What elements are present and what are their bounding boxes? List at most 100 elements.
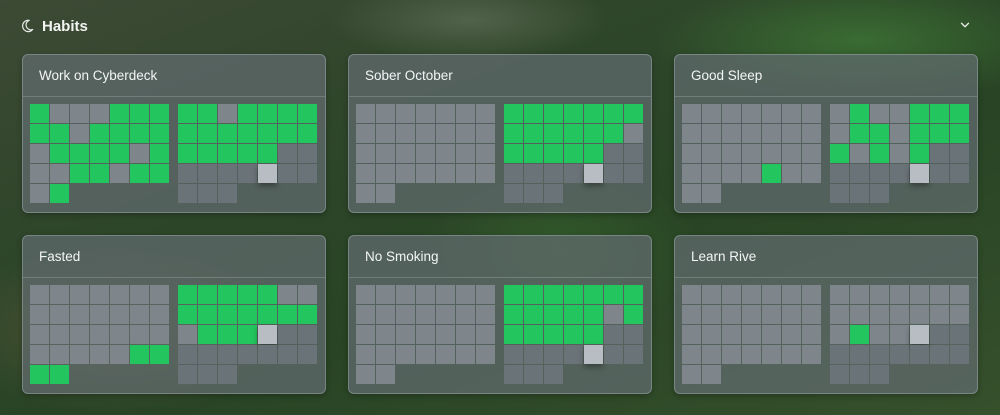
day-cell[interactable] — [396, 164, 415, 183]
day-cell-future[interactable] — [524, 365, 543, 384]
day-cell-done[interactable] — [238, 124, 257, 143]
day-cell-done[interactable] — [504, 305, 523, 324]
day-cell-done[interactable] — [238, 305, 257, 324]
day-cell-today[interactable] — [258, 164, 277, 183]
day-cell-future[interactable] — [504, 184, 523, 203]
day-cell-future[interactable] — [950, 325, 969, 344]
day-cell[interactable] — [130, 285, 149, 304]
day-cell-future[interactable] — [278, 325, 297, 344]
day-cell[interactable] — [376, 285, 395, 304]
day-cell[interactable] — [890, 144, 909, 163]
day-cell[interactable] — [456, 104, 475, 123]
day-cell-future[interactable] — [890, 164, 909, 183]
habit-card[interactable]: Good Sleep — [674, 54, 978, 213]
day-cell[interactable] — [702, 104, 721, 123]
day-cell[interactable] — [298, 285, 317, 304]
day-cell[interactable] — [30, 285, 49, 304]
day-cell-done[interactable] — [30, 365, 49, 384]
day-cell-future[interactable] — [850, 164, 869, 183]
day-cell-done[interactable] — [950, 124, 969, 143]
day-cell-done[interactable] — [298, 104, 317, 123]
day-cell[interactable] — [396, 345, 415, 364]
day-cell-future[interactable] — [604, 325, 623, 344]
day-cell-done[interactable] — [584, 124, 603, 143]
habit-card[interactable]: Sober October — [348, 54, 652, 213]
day-cell-future[interactable] — [604, 144, 623, 163]
day-cell[interactable] — [70, 124, 89, 143]
day-cell[interactable] — [682, 365, 701, 384]
day-cell[interactable] — [30, 164, 49, 183]
day-cell-done[interactable] — [30, 124, 49, 143]
day-cell[interactable] — [70, 345, 89, 364]
day-cell[interactable] — [742, 144, 761, 163]
day-cell[interactable] — [356, 325, 375, 344]
day-cell[interactable] — [356, 345, 375, 364]
day-cell[interactable] — [110, 164, 129, 183]
day-cell-done[interactable] — [524, 124, 543, 143]
day-cell[interactable] — [830, 325, 849, 344]
day-cell-done[interactable] — [504, 104, 523, 123]
day-cell-future[interactable] — [604, 164, 623, 183]
day-cell-future[interactable] — [564, 164, 583, 183]
day-cell[interactable] — [802, 345, 821, 364]
day-cell-future[interactable] — [278, 144, 297, 163]
day-cell-future[interactable] — [930, 164, 949, 183]
day-cell[interactable] — [782, 285, 801, 304]
day-cell[interactable] — [890, 325, 909, 344]
day-cell[interactable] — [476, 164, 495, 183]
day-cell-done[interactable] — [604, 124, 623, 143]
chevron-down-icon[interactable] — [958, 18, 974, 34]
day-cell[interactable] — [436, 325, 455, 344]
day-cell[interactable] — [890, 124, 909, 143]
day-cell[interactable] — [782, 124, 801, 143]
day-cell[interactable] — [742, 305, 761, 324]
day-cell[interactable] — [850, 144, 869, 163]
day-cell-done[interactable] — [178, 285, 197, 304]
day-cell[interactable] — [436, 164, 455, 183]
day-cell[interactable] — [782, 345, 801, 364]
day-cell-done[interactable] — [524, 285, 543, 304]
day-cell[interactable] — [30, 345, 49, 364]
day-cell[interactable] — [436, 144, 455, 163]
day-cell-done[interactable] — [258, 144, 277, 163]
day-cell[interactable] — [722, 285, 741, 304]
day-cell-future[interactable] — [830, 365, 849, 384]
day-cell-future[interactable] — [218, 345, 237, 364]
day-cell[interactable] — [682, 124, 701, 143]
day-cell-done[interactable] — [238, 285, 257, 304]
day-cell[interactable] — [742, 325, 761, 344]
day-cell[interactable] — [416, 325, 435, 344]
day-cell-done[interactable] — [150, 164, 169, 183]
day-cell[interactable] — [436, 104, 455, 123]
day-cell[interactable] — [50, 325, 69, 344]
day-cell[interactable] — [762, 325, 781, 344]
day-cell-done[interactable] — [150, 345, 169, 364]
day-cell-future[interactable] — [198, 365, 217, 384]
day-cell[interactable] — [802, 124, 821, 143]
day-cell[interactable] — [682, 144, 701, 163]
day-cell-future[interactable] — [930, 345, 949, 364]
day-cell-future[interactable] — [544, 184, 563, 203]
day-cell-done[interactable] — [218, 144, 237, 163]
day-cell-future[interactable] — [870, 184, 889, 203]
day-cell-future[interactable] — [830, 345, 849, 364]
day-cell[interactable] — [682, 285, 701, 304]
day-cell[interactable] — [930, 285, 949, 304]
day-cell-future[interactable] — [298, 164, 317, 183]
day-cell-done[interactable] — [258, 285, 277, 304]
day-cell[interactable] — [130, 325, 149, 344]
day-cell-future[interactable] — [950, 345, 969, 364]
day-cell[interactable] — [356, 285, 375, 304]
day-cell-future[interactable] — [238, 345, 257, 364]
day-cell-future[interactable] — [524, 164, 543, 183]
day-cell-future[interactable] — [870, 345, 889, 364]
day-cell[interactable] — [722, 305, 741, 324]
day-cell[interactable] — [50, 345, 69, 364]
day-cell[interactable] — [90, 305, 109, 324]
day-cell[interactable] — [702, 325, 721, 344]
day-cell[interactable] — [90, 345, 109, 364]
day-cell-done[interactable] — [504, 285, 523, 304]
day-cell-done[interactable] — [544, 325, 563, 344]
day-cell[interactable] — [110, 345, 129, 364]
day-cell[interactable] — [702, 285, 721, 304]
